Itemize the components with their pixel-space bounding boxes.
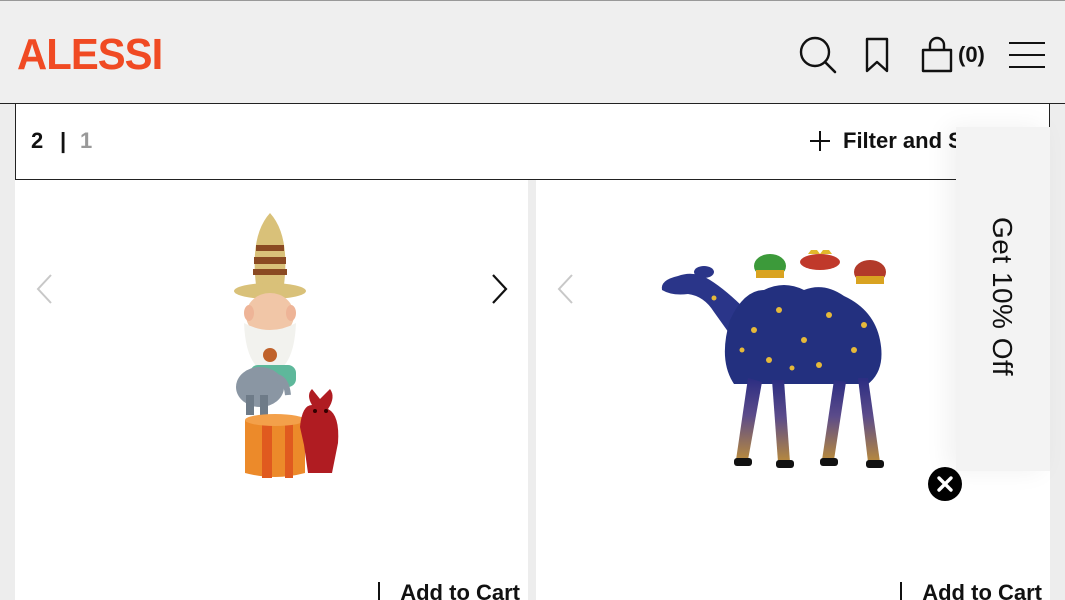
menu-button[interactable] [1008,35,1046,75]
discount-label: Get 10% Off [987,217,1018,377]
chevron-right-icon[interactable] [487,272,511,306]
listing-toolbar: 2 | 1 Filter and S [15,104,1050,180]
add-to-cart-button[interactable]: Add to Cart [900,580,1042,600]
search-button[interactable] [798,35,838,75]
site-header: ALESSI (0) [0,0,1065,104]
starry-camel-figurine-image[interactable] [654,250,894,480]
divider [900,582,903,600]
product-card[interactable]: Add to Cart [15,180,528,600]
search-icon [799,36,837,74]
alessi-logo[interactable]: ALESSI [17,31,163,79]
shopping-bag-icon [921,36,953,73]
close-promo-button[interactable] [928,467,962,501]
discount-side-tab[interactable]: Get 10% Off [956,127,1050,471]
add-to-cart-label: Add to Cart [400,580,520,600]
page-link-1[interactable]: 1 [80,128,92,154]
add-to-cart-label: Add to Cart [922,580,1042,600]
filter-label: Filter and S [843,128,963,153]
chevron-left-icon[interactable] [33,272,57,306]
add-to-cart-button[interactable]: Add to Cart [378,580,520,600]
cart-count: (0) [958,42,985,67]
wishlist-button[interactable] [864,35,890,75]
filter-and-sort-button[interactable]: Filter and S [809,126,963,156]
menu-icon [1009,42,1045,68]
bookmark-icon [865,37,889,73]
gnome-figurine-with-cat-image[interactable] [200,205,350,480]
close-icon [937,476,953,492]
page-current: 2 [31,128,44,153]
divider [378,582,381,600]
plus-icon [810,131,830,151]
cart-button[interactable]: (0) [920,35,985,75]
page-separator: | [60,128,67,153]
chevron-left-icon[interactable] [554,272,578,306]
